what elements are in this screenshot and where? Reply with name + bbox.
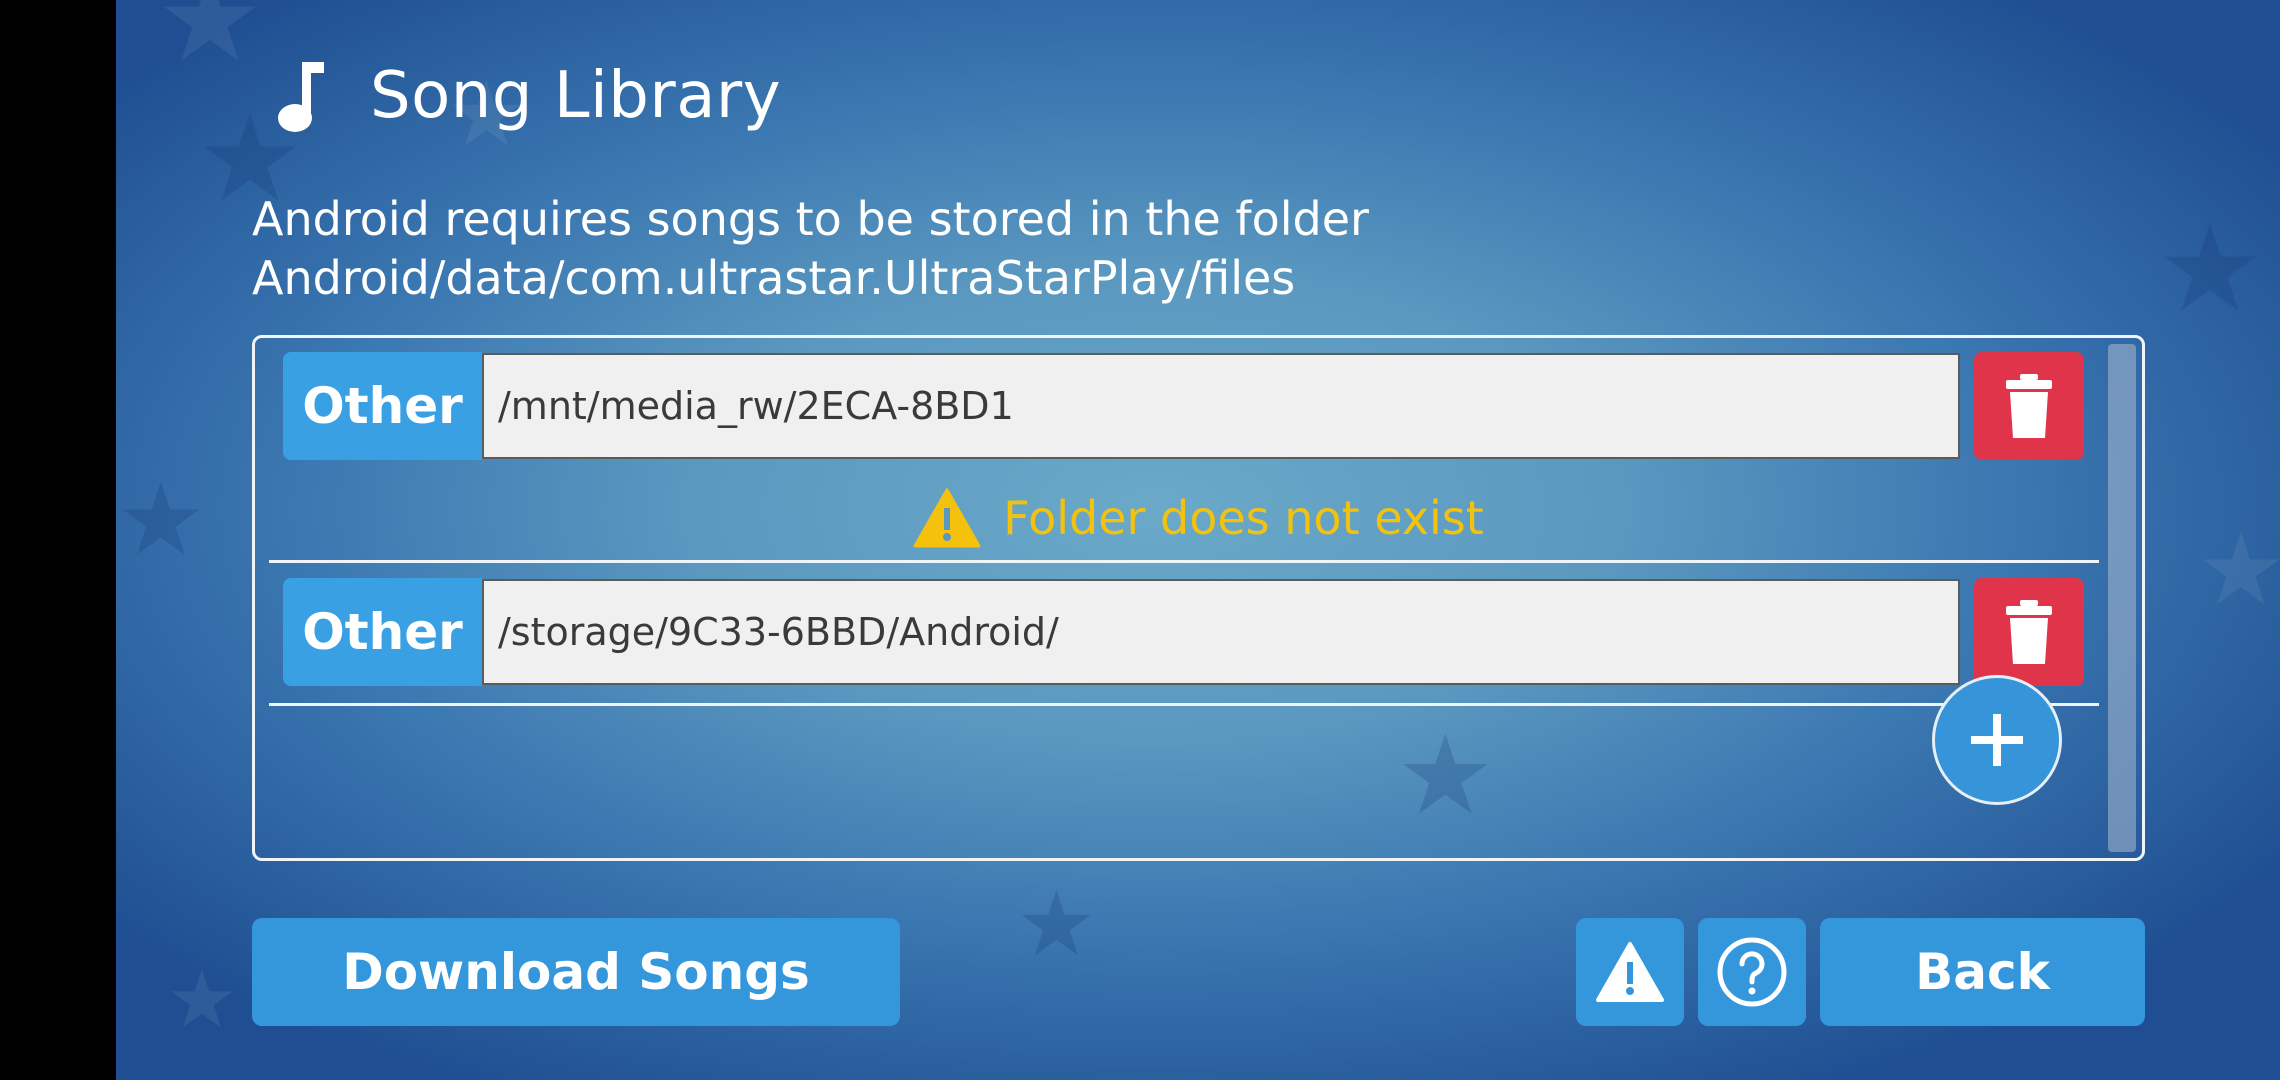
help-icon: [1717, 937, 1787, 1007]
notice-line-2: Android/data/com.ultrastar.UltraStarPlay…: [252, 251, 1296, 305]
back-button[interactable]: Back: [1820, 918, 2145, 1026]
plus-icon: [1971, 714, 2023, 766]
row-divider: [269, 560, 2099, 563]
row-divider: [269, 703, 2099, 706]
background-star-icon: ★: [166, 953, 238, 1046]
background-star-icon: ★: [2156, 200, 2264, 339]
add-folder-button[interactable]: [1932, 675, 2062, 805]
delete-folder-button[interactable]: [1974, 578, 2084, 686]
list-scrollbar[interactable]: [2108, 344, 2136, 852]
folder-path-input[interactable]: /storage/9C33-6BBD/Android/: [482, 579, 1960, 685]
trash-icon: [2006, 374, 2052, 438]
delete-folder-button[interactable]: [1974, 352, 2084, 460]
folder-row: Other /storage/9C33-6BBD/Android/: [283, 578, 2084, 686]
notice-line-1: Android requires songs to be stored in t…: [252, 192, 1369, 246]
folder-type-button[interactable]: Other: [283, 578, 482, 686]
help-button[interactable]: [1698, 918, 1806, 1026]
issues-button[interactable]: [1576, 918, 1684, 1026]
download-songs-button[interactable]: Download Songs: [252, 918, 900, 1026]
folder-row: Other /mnt/media_rw/2ECA-8BD1: [283, 352, 2084, 460]
storage-notice: Android requires songs to be stored in t…: [252, 190, 1369, 308]
folder-type-button[interactable]: Other: [283, 352, 482, 460]
song-folder-list: Other /mnt/media_rw/2ECA-8BD1 Folder doe…: [252, 335, 2145, 861]
folder-warning: Folder does not exist: [255, 488, 2142, 548]
trash-icon: [2006, 600, 2052, 664]
folder-path-input[interactable]: /mnt/media_rw/2ECA-8BD1: [482, 353, 1960, 459]
song-library-screen: ★ ★ ★ ★ ★ ★ ★ ★ ★ ★ Song Library Android…: [116, 0, 2280, 1080]
background-star-icon: ★: [116, 461, 206, 578]
music-note-icon: [278, 62, 324, 132]
page-title: Song Library: [370, 59, 782, 133]
background-star-icon: ★: [2196, 511, 2280, 628]
header: Song Library: [268, 56, 781, 136]
background-star-icon: ★: [1016, 872, 1097, 977]
warning-icon: [913, 488, 981, 548]
background-star-icon: ★: [156, 0, 264, 89]
left-black-bar: [0, 0, 116, 1080]
folder-warning-text: Folder does not exist: [1003, 491, 1484, 545]
warning-icon: [1596, 942, 1664, 1002]
